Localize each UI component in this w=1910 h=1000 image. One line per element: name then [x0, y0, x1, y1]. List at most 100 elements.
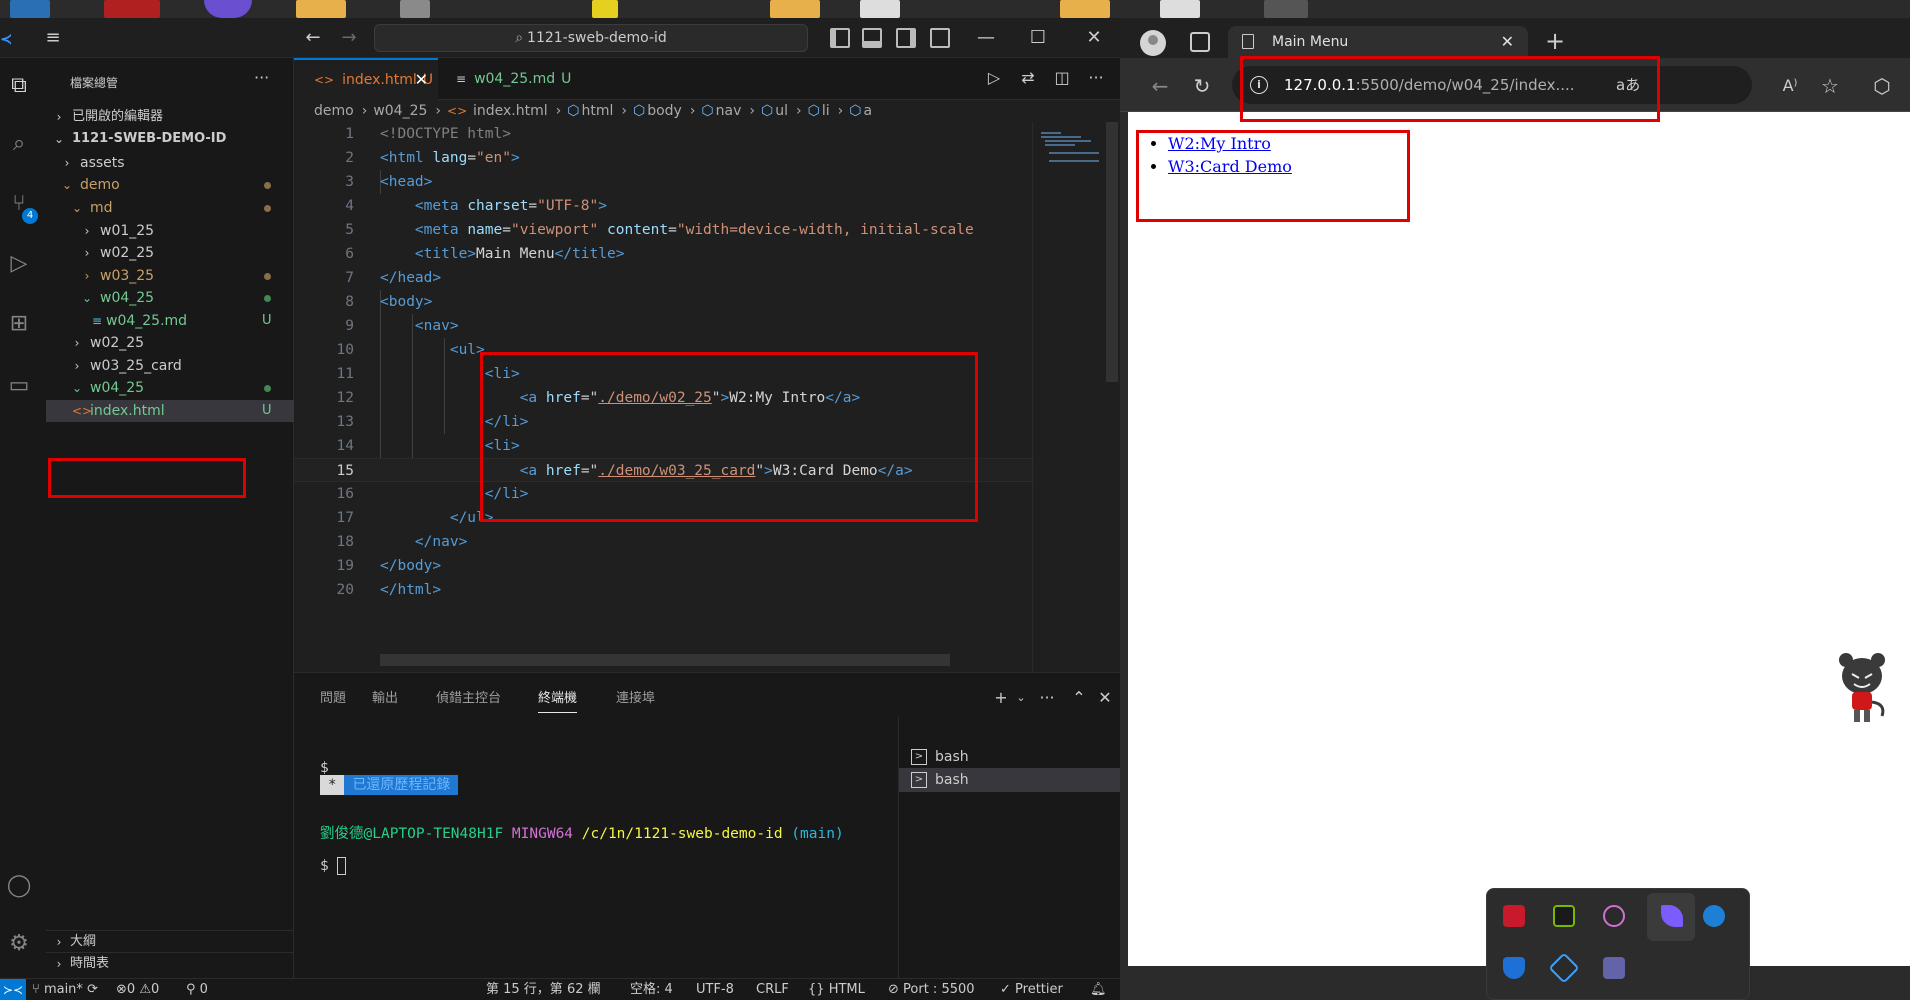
desktop-folder-icon[interactable] — [296, 0, 346, 18]
desktop-folder-icon[interactable] — [1060, 0, 1110, 18]
desktop-app-icon[interactable] — [400, 0, 430, 18]
security-shield-icon[interactable] — [1503, 957, 1525, 979]
remote-indicator-icon[interactable]: ≻≺ — [0, 979, 26, 1000]
tab-output[interactable]: 輸出 — [372, 685, 398, 713]
desktop-folder-icon[interactable] — [770, 0, 820, 18]
favorite-star-icon[interactable]: ☆ — [1816, 72, 1844, 100]
workspace-root[interactable]: ⌄ 1121-SWEB-DEMO-ID — [46, 128, 294, 150]
run-icon[interactable]: ▷ — [982, 66, 1006, 90]
browser-tab[interactable]: Main Menu ✕ — [1228, 26, 1528, 58]
open-editors-section[interactable]: › 已開啟的編輯器 — [46, 106, 294, 128]
read-aloud-icon[interactable]: A⁾ — [1776, 72, 1804, 100]
run-debug-icon[interactable]: ▷ — [4, 248, 34, 280]
breadcrumb-item[interactable]: demo — [314, 103, 354, 119]
bluetooth-icon[interactable] — [1703, 905, 1725, 927]
tree-folder-w02_25-root[interactable]: › w02_25 — [46, 332, 294, 354]
tab-ports[interactable]: 連接埠 — [616, 685, 655, 713]
encoding[interactable]: UTF-8 — [696, 979, 734, 1000]
toggle-panel-icon[interactable] — [862, 28, 882, 48]
terminal-instance[interactable]: > bash — [899, 768, 1121, 792]
more-actions-icon[interactable]: ··· — [1036, 687, 1058, 709]
new-tab-icon[interactable]: + — [1540, 26, 1570, 56]
tab-index-html[interactable]: <> index.html U ✕ — [294, 58, 438, 100]
tree-folder-w04_25[interactable]: ⌄ w04_25 — [46, 287, 294, 309]
close-tab-icon[interactable]: ✕ — [415, 60, 428, 100]
nvidia-icon[interactable] — [1553, 905, 1575, 927]
search-icon[interactable]: ⌕ — [4, 128, 34, 160]
maximize-icon[interactable]: ☐ — [1020, 24, 1056, 52]
toggle-primary-sidebar-icon[interactable] — [830, 28, 850, 48]
desktop-mascot-image[interactable] — [1832, 650, 1892, 730]
more-actions-icon[interactable]: ··· — [1084, 66, 1108, 90]
tree-folder-demo[interactable]: ⌄ demo — [46, 174, 294, 196]
desktop-app-icon[interactable] — [1264, 0, 1308, 18]
breadcrumb-item[interactable]: index.html — [473, 103, 548, 119]
prettier-status[interactable]: ✓ Prettier — [1000, 979, 1063, 1000]
breadcrumb-item[interactable]: ul — [775, 103, 788, 119]
tree-file-w04_25-md[interactable]: ≡ w04_25.md U — [46, 310, 294, 332]
tree-file-index-html[interactable]: <> index.html U — [46, 400, 294, 422]
minimize-icon[interactable]: — — [968, 24, 1004, 52]
language-mode[interactable]: {} HTML — [808, 979, 865, 1000]
line-ending[interactable]: CRLF — [756, 979, 789, 1000]
tree-folder-assets[interactable]: › assets — [46, 152, 294, 174]
branch-status[interactable]: ⑂ main* ⟳ — [32, 979, 98, 1000]
breadcrumb-item[interactable]: body — [647, 103, 682, 119]
maximize-panel-icon[interactable]: ⌃ — [1068, 687, 1090, 709]
desktop-app-icon[interactable] — [104, 0, 160, 18]
live-server-port[interactable]: ⊘ Port : 5500 — [888, 979, 975, 1000]
desktop-app-icon[interactable] — [204, 0, 252, 18]
teams-icon[interactable] — [1603, 957, 1625, 979]
breadcrumb-item[interactable]: html — [581, 103, 613, 119]
app-tray-icon[interactable] — [1548, 952, 1580, 984]
vertical-scrollbar[interactable] — [1106, 122, 1118, 382]
desktop-file-icon[interactable] — [1160, 0, 1200, 18]
toggle-secondary-sidebar-icon[interactable] — [896, 28, 916, 48]
problems-status[interactable]: ⊗0 ⚠0 — [116, 979, 159, 1000]
refresh-icon[interactable]: ↻ — [1188, 72, 1216, 100]
menu-icon[interactable]: ≡ — [42, 28, 64, 48]
breadcrumb-item[interactable]: li — [822, 103, 830, 119]
terminal[interactable]: $ * 已還原歷程記錄 劉俊德@LAPTOP-TEN48H1F MINGW64 /… — [294, 717, 898, 979]
close-panel-icon[interactable]: ✕ — [1094, 687, 1116, 709]
tab-terminal[interactable]: 終端機 — [538, 685, 578, 713]
account-icon[interactable]: ◯ — [4, 870, 34, 902]
tree-folder-w02_25[interactable]: › w02_25 — [46, 242, 294, 264]
cursor-position[interactable]: 第 15 行，第 62 欄 — [486, 979, 601, 1000]
desktop-file-icon[interactable] — [860, 0, 900, 18]
forward-arrow-icon[interactable]: → — [338, 27, 360, 49]
breadcrumb-item[interactable]: a — [863, 103, 872, 119]
back-arrow-icon[interactable]: ← — [1146, 72, 1174, 100]
explorer-icon[interactable]: ⧉ — [4, 70, 34, 102]
tab-w04_25-md[interactable]: ≡ w04_25.md U — [438, 58, 571, 100]
extensions-icon[interactable]: ⊞ — [4, 308, 34, 340]
desktop-app-icon[interactable] — [592, 0, 618, 18]
desktop-app-icon[interactable] — [10, 0, 50, 18]
app-tray-icon[interactable] — [1603, 905, 1625, 927]
tab-debug-console[interactable]: 偵錯主控台 — [436, 685, 501, 713]
tree-folder-w03_25[interactable]: › w03_25 — [46, 265, 294, 287]
terminal-input-line[interactable]: $ — [320, 855, 347, 877]
extensions-icon[interactable]: ⬡ — [1868, 72, 1896, 100]
customize-layout-icon[interactable] — [930, 28, 950, 48]
tree-folder-w03_25_card[interactable]: › w03_25_card — [46, 355, 294, 377]
split-editor-icon[interactable]: ◫ — [1050, 66, 1074, 90]
breadcrumb-item[interactable]: w04_25 — [373, 103, 427, 119]
ports-status[interactable]: ⚲ 0 — [186, 979, 208, 1000]
terminal-instance[interactable]: > bash — [899, 745, 1121, 769]
remote-explorer-icon[interactable]: ▭ — [4, 370, 34, 402]
open-changes-icon[interactable]: ⇄ — [1016, 66, 1040, 90]
horizontal-scrollbar[interactable] — [380, 654, 950, 666]
tree-folder-md[interactable]: ⌄ md — [46, 197, 294, 219]
chevron-down-icon[interactable]: ⌄ — [1010, 687, 1032, 709]
settings-gear-icon[interactable]: ⚙ — [4, 928, 34, 960]
tab-actions-icon[interactable] — [1190, 32, 1210, 52]
close-tab-icon[interactable]: ✕ — [1501, 26, 1514, 58]
command-center[interactable]: ⌕ 1121-sweb-demo-id — [374, 24, 808, 52]
tree-folder-w01_25[interactable]: › w01_25 — [46, 220, 294, 242]
outline-section[interactable]: › 大綱 — [46, 930, 294, 952]
more-actions-icon[interactable]: ··· — [254, 68, 269, 87]
notifications-bell-icon[interactable]: 🔔︎ — [1090, 979, 1107, 1000]
breadcrumb-item[interactable]: nav — [716, 103, 742, 119]
tab-problems[interactable]: 問題 — [320, 685, 346, 713]
